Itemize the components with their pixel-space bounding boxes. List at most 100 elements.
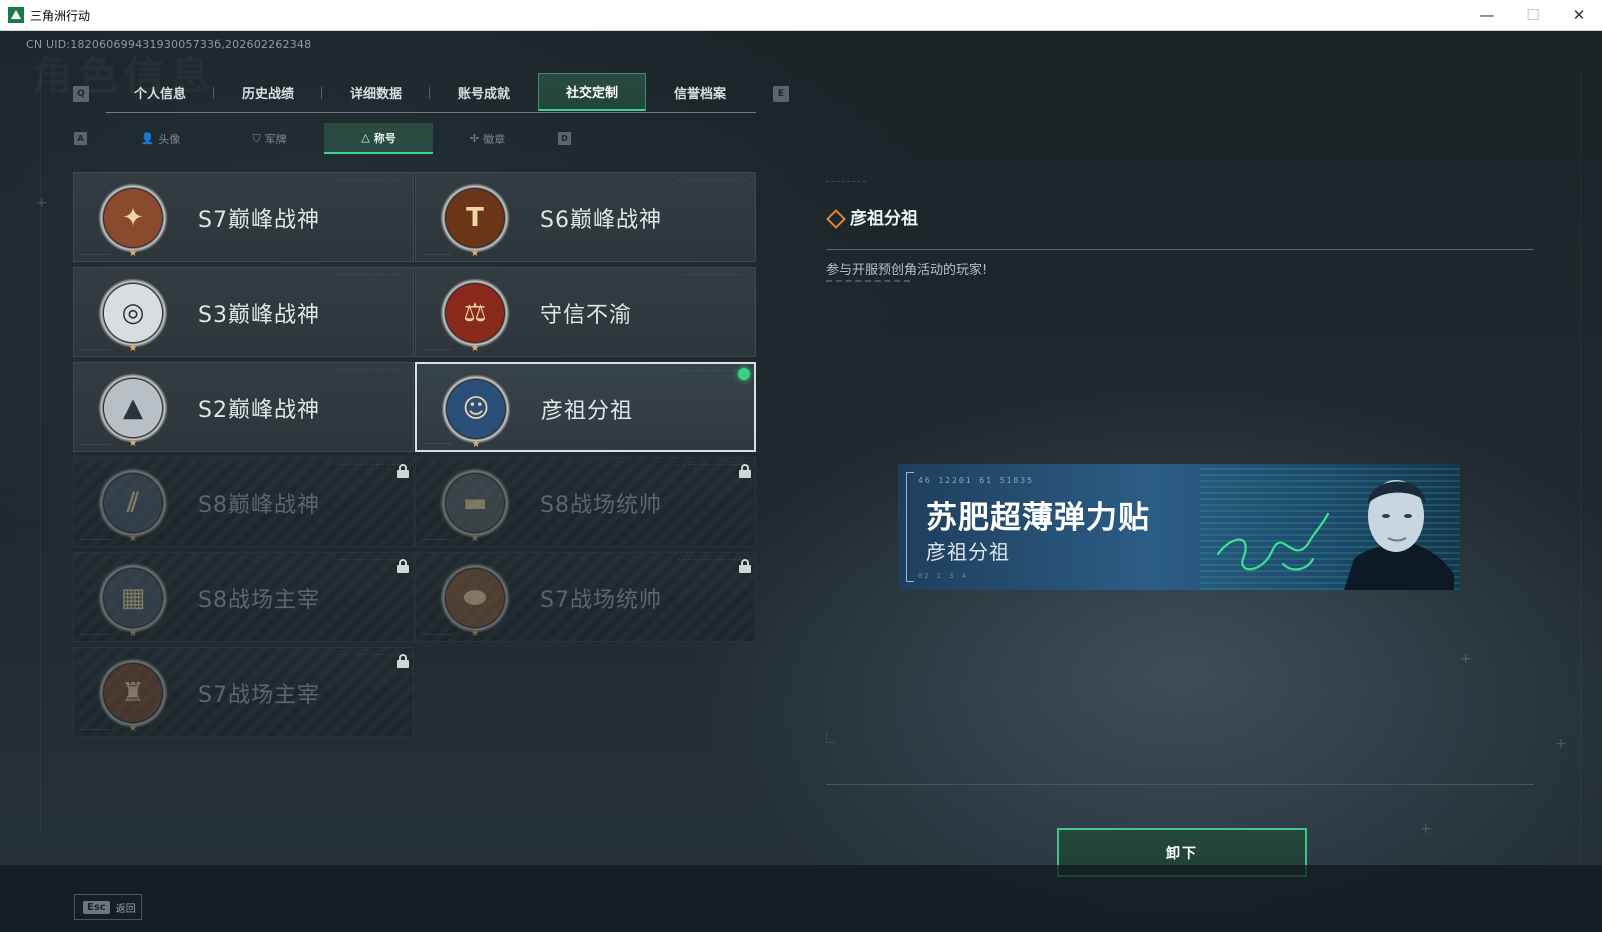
banner-frame <box>906 472 914 582</box>
maximize-button[interactable]: ☐ <box>1510 0 1556 31</box>
star-icon: ★ <box>128 343 138 354</box>
title-card[interactable]: ⫽ ★ S8巅峰战神 <box>73 457 414 547</box>
deco-plus-icon: + <box>1460 651 1472 667</box>
subtab-label: 称号 <box>373 131 396 145</box>
lock-icon <box>397 654 409 668</box>
subtab-emblem[interactable]: ✢ 徽章 <box>433 123 542 154</box>
card-deco <box>80 444 110 445</box>
star-icon: ★ <box>470 343 480 354</box>
main-tab-bar: 个人信息 历史战绩 详细数据 账号成就 社交定制 信誉档案 <box>106 73 756 113</box>
equipped-indicator <box>738 368 750 380</box>
lock-icon <box>739 559 751 573</box>
scales-icon: ⚖ <box>463 298 487 328</box>
back-label: 返回 <box>115 903 136 915</box>
title-card-name: 守信不渝 <box>540 303 633 328</box>
selected-title-heading: 彦祖分祖 <box>826 204 918 229</box>
title-card-name: S7战场主宰 <box>198 683 320 708</box>
window-titlebar: 三角洲行动 — ☐ ✕ <box>0 0 1602 31</box>
subtab-label: 军牌 <box>264 132 287 146</box>
card-deco <box>80 539 110 540</box>
title-card[interactable]: ✦ ★ S7巅峰战神 <box>73 172 414 262</box>
title-card-name: S3巅峰战神 <box>198 303 320 328</box>
title-card-name: S8战场主宰 <box>198 588 320 613</box>
card-deco <box>335 559 405 565</box>
card-deco <box>423 443 453 444</box>
tab-personal-info[interactable]: 个人信息 <box>106 73 214 111</box>
globe-icon: ◎ <box>121 298 145 328</box>
title-card[interactable]: ▦ ★ S8战场主宰 <box>73 552 414 642</box>
title-card[interactable]: ◎ ★ S3巅峰战神 <box>73 267 414 357</box>
back-button[interactable]: Esc 返回 <box>74 894 142 920</box>
card-deco <box>335 464 405 470</box>
rocket-icon: ▦ <box>120 583 146 613</box>
window-controls: — ☐ ✕ <box>1464 0 1602 31</box>
star-icon: ★ <box>128 628 138 639</box>
divider <box>826 249 1534 250</box>
title-badge-icon: ◎ ★ <box>96 276 170 354</box>
tab-social-customization[interactable]: 社交定制 <box>538 73 646 111</box>
title-card-name: S7战场统帅 <box>540 588 662 613</box>
card-deco <box>335 369 405 375</box>
title-badge-icon: ⬬ ★ <box>438 561 512 639</box>
star-icon: ★ <box>128 248 138 259</box>
card-deco <box>422 254 452 255</box>
minimize-button[interactable]: — <box>1464 0 1510 31</box>
card-deco <box>677 464 747 470</box>
title-card[interactable]: ♜ ★ S7战场主宰 <box>73 647 414 737</box>
title-card[interactable]: ▲ ★ S2巅峰战神 <box>73 362 414 452</box>
tab-reputation-record[interactable]: 信誉档案 <box>646 73 754 111</box>
tank-icon: ▬ <box>462 488 488 518</box>
card-deco <box>676 370 746 376</box>
card-deco <box>677 274 747 280</box>
title-badge-icon: ⫽ ★ <box>96 466 170 544</box>
tab-label: 个人信息 <box>133 86 186 102</box>
tab-achievements[interactable]: 账号成就 <box>430 73 538 111</box>
title-card[interactable]: ⚖ ★ 守信不渝 <box>415 267 756 357</box>
triangle-icon: ▲ <box>123 393 143 423</box>
tab-label: 详细数据 <box>349 86 402 102</box>
card-deco <box>335 179 405 185</box>
tab-detailed-stats[interactable]: 详细数据 <box>322 73 430 111</box>
lock-icon <box>397 464 409 478</box>
game-viewport: 角色信息 CN UID:18206069943193005733б,202602… <box>0 31 1602 932</box>
signature-icon <box>1216 512 1330 571</box>
close-button[interactable]: ✕ <box>1556 0 1602 31</box>
star-icon: ★ <box>128 723 138 734</box>
esc-key-hint: Esc <box>83 900 110 914</box>
title-card[interactable]: ⬬ ★ S7战场统帅 <box>415 552 756 642</box>
next-tab-key-hint[interactable]: E <box>773 86 789 102</box>
subtab-avatar[interactable]: 👤 头像 <box>106 123 215 154</box>
title-card[interactable]: ▬ ★ S8战场统帅 <box>415 457 756 547</box>
portrait-icon: ☺ <box>462 394 490 424</box>
subtab-label: 头像 <box>158 132 181 146</box>
title-card[interactable]: ☺ ★ 彦祖分祖 <box>415 362 756 452</box>
T-icon: T <box>466 203 484 233</box>
prev-subtab-key-hint[interactable]: A <box>74 132 87 145</box>
title-badge-icon: ⚖ ★ <box>438 276 512 354</box>
title-badge-icon: ✦ ★ <box>96 181 170 259</box>
prev-tab-key-hint[interactable]: Q <box>73 86 89 102</box>
tab-match-history[interactable]: 历史战绩 <box>214 73 322 111</box>
card-deco <box>335 274 405 280</box>
card-deco <box>80 729 110 730</box>
vehicle-icon: ⬬ <box>463 582 487 613</box>
next-subtab-key-hint[interactable]: D <box>558 132 571 145</box>
selected-title-description: 参与开服预创角活动的玩家! <box>826 263 988 278</box>
title-icon: △ <box>361 131 370 144</box>
subtab-dogtag[interactable]: ⛉ 军牌 <box>215 123 324 154</box>
star-icon: ★ <box>470 628 480 639</box>
deco-edge-line <box>1580 71 1581 861</box>
title-badge-icon: T ★ <box>438 181 512 259</box>
footer-bar <box>0 865 1602 932</box>
title-card[interactable]: T ★ S6巅峰战神 <box>415 172 756 262</box>
window-title: 三角洲行动 <box>30 8 91 23</box>
title-card-name: S8巅峰战神 <box>198 493 320 518</box>
card-deco <box>80 634 110 635</box>
subtab-title[interactable]: △ 称号 <box>324 123 433 154</box>
slash-icon: ⫽ <box>127 487 139 518</box>
title-card-name: 彦祖分祖 <box>541 399 634 424</box>
deco-edge-line <box>40 71 41 831</box>
deco-plus-icon: + <box>1420 821 1432 837</box>
card-deco <box>422 634 452 635</box>
star-icon: ★ <box>128 533 138 544</box>
